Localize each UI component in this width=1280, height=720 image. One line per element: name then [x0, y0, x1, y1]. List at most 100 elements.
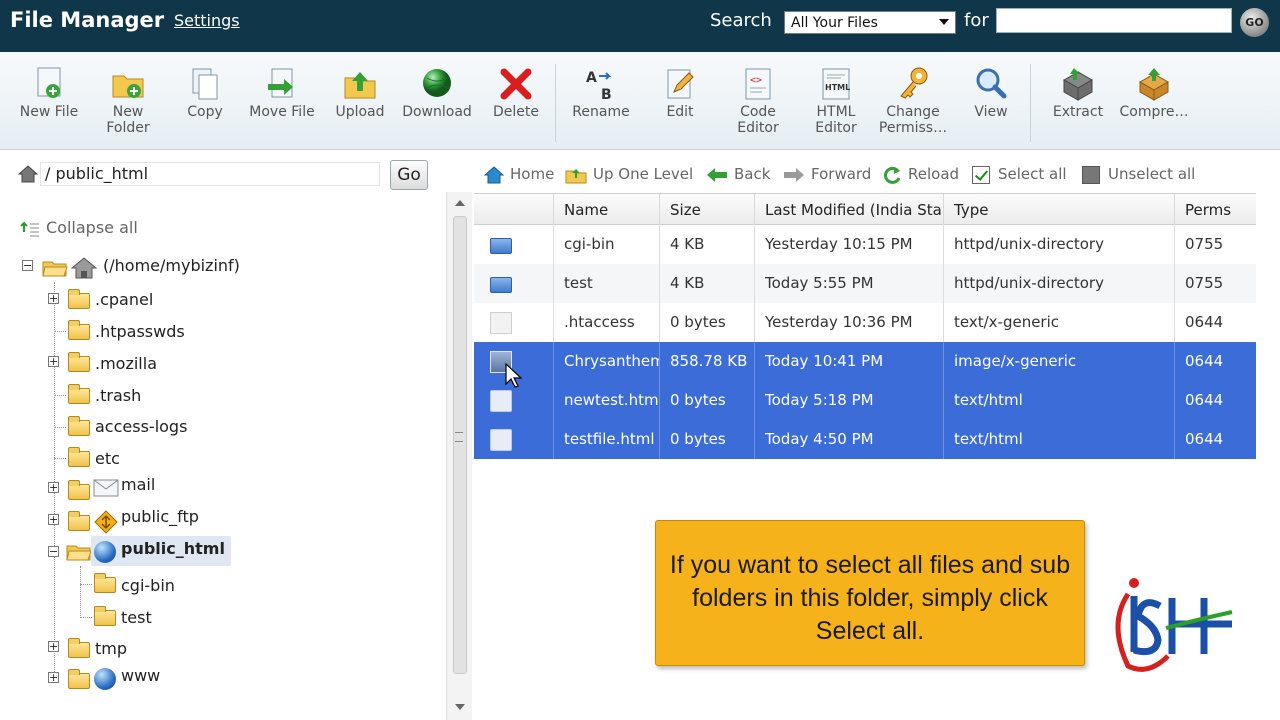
up-folder-icon: [565, 168, 587, 183]
column-header-type[interactable]: Type: [943, 194, 1174, 226]
search-go-button[interactable]: GO: [1240, 8, 1269, 37]
nav-up-one-level-button[interactable]: Up One Level: [565, 164, 693, 184]
tree-root-label[interactable]: (/home/mybizinf): [103, 254, 240, 278]
path-go-button[interactable]: Go: [390, 160, 428, 190]
scroll-down-arrow[interactable]: [455, 704, 465, 710]
scroll-grip-icon: [455, 432, 463, 442]
code-editor-button[interactable]: <> Code Editor: [718, 66, 798, 136]
tree-expand-toggle[interactable]: +: [48, 293, 59, 304]
tree-item-mozilla[interactable]: .mozilla: [95, 352, 157, 376]
svg-text:<>: <>: [750, 75, 762, 86]
folder-icon: [68, 511, 90, 531]
edit-button[interactable]: Edit: [640, 66, 720, 120]
tree-item-cgi-bin[interactable]: cgi-bin: [121, 574, 175, 598]
watermark-logo: [1115, 578, 1233, 672]
tree-expand-toggle[interactable]: +: [48, 514, 59, 525]
upload-button[interactable]: Upload: [320, 66, 400, 120]
tree-item-mail[interactable]: mail: [121, 473, 155, 497]
scroll-thumb[interactable]: [453, 216, 467, 674]
tree-expand-toggle[interactable]: +: [48, 641, 59, 652]
column-header-size[interactable]: Size: [659, 194, 754, 226]
cell-perms: 0644: [1174, 381, 1256, 420]
tree-expand-toggle[interactable]: +: [48, 356, 59, 367]
table-row-selected[interactable]: testfile.html 0 bytes Today 4:50 PM text…: [474, 420, 1256, 459]
nav-reload-button[interactable]: Reload: [882, 164, 959, 185]
change-permissions-button[interactable]: Change Permiss…: [873, 66, 953, 136]
table-scrollbar[interactable]: [1256, 193, 1280, 720]
unselect-all-button[interactable]: Unselect all: [1082, 164, 1195, 184]
globe-icon: [94, 541, 116, 563]
tree-item-public-html[interactable]: public_html: [121, 537, 225, 561]
tree-collapse-toggle[interactable]: −: [22, 260, 33, 271]
tree-item-access-logs[interactable]: access-logs: [95, 415, 187, 439]
tree-scrollbar[interactable]: [446, 192, 472, 720]
tree-expand-toggle[interactable]: +: [48, 482, 59, 493]
open-folder-icon: [66, 542, 92, 566]
column-header-name[interactable]: Name: [553, 194, 659, 226]
download-button[interactable]: Download: [397, 66, 477, 120]
rename-button[interactable]: AB Rename: [561, 66, 641, 120]
view-button[interactable]: View: [951, 66, 1031, 120]
column-header-modified[interactable]: Last Modified (India Standard Time): [754, 194, 943, 226]
cell-type: text/html: [943, 381, 1174, 420]
search-input[interactable]: [996, 8, 1232, 33]
nav-forward-button[interactable]: Forward: [783, 164, 871, 184]
tree-item-www[interactable]: www: [121, 664, 160, 688]
cell-size: 0 bytes: [659, 420, 754, 459]
path-input[interactable]: / public_html: [40, 162, 380, 186]
move-file-button[interactable]: Move File: [242, 66, 322, 120]
compress-button[interactable]: Compre…: [1114, 66, 1194, 120]
cell-perms: 0644: [1174, 420, 1256, 459]
table-row-selected[interactable]: Chrysanthemum.jpg 858.78 KB Today 10:41 …: [474, 342, 1256, 381]
column-header-perms[interactable]: Perms: [1174, 194, 1256, 226]
folder-icon: [68, 352, 90, 372]
tree-item-test[interactable]: test: [121, 606, 152, 630]
table-row[interactable]: .htaccess 0 bytes Yesterday 10:36 PM tex…: [474, 303, 1256, 342]
tree-collapse-toggle[interactable]: −: [48, 546, 59, 557]
download-icon: [419, 66, 455, 102]
row-icon-cell: [474, 225, 553, 264]
code-editor-icon: <>: [740, 66, 776, 102]
top-header: File Manager Settings Search All Your Fi…: [0, 0, 1280, 52]
cell-type: text/html: [943, 420, 1174, 459]
delete-button[interactable]: Delete: [476, 66, 556, 120]
folder-icon: [68, 416, 90, 436]
tree-item-tmp[interactable]: tmp: [95, 637, 127, 661]
cell-modified: Today 5:55 PM: [754, 264, 943, 303]
tree-item-cpanel[interactable]: .cpanel: [95, 288, 153, 312]
tree-connector: [54, 427, 66, 428]
table-row-selected[interactable]: newtest.html 0 bytes Today 5:18 PM text/…: [474, 381, 1256, 420]
mail-icon: [93, 478, 119, 502]
tree-expand-toggle[interactable]: +: [48, 672, 59, 683]
collapse-all-button[interactable]: Collapse all: [20, 216, 138, 240]
new-folder-button[interactable]: New Folder: [88, 66, 168, 136]
home-icon: [484, 165, 504, 183]
nav-back-button[interactable]: Back: [706, 164, 770, 184]
tree-item-htpasswds[interactable]: .htpasswds: [95, 320, 185, 344]
cell-name: test: [553, 264, 659, 303]
tree-item-public-ftp[interactable]: public_ftp: [121, 505, 199, 529]
select-all-button[interactable]: Select all: [972, 164, 1067, 184]
tree-item-etc[interactable]: etc: [95, 447, 120, 471]
search-label: Search: [710, 10, 772, 31]
table-row[interactable]: cgi-bin 4 KB Yesterday 10:15 PM httpd/un…: [474, 225, 1256, 264]
table-row[interactable]: test 4 KB Today 5:55 PM httpd/unix-direc…: [474, 264, 1256, 303]
reload-icon: [884, 166, 901, 184]
ftp-icon: [94, 510, 118, 538]
nav-home-button[interactable]: Home: [484, 164, 554, 184]
copy-button[interactable]: Copy: [165, 66, 245, 120]
scroll-up-arrow[interactable]: [455, 200, 465, 206]
extract-button[interactable]: Extract: [1038, 66, 1118, 120]
cell-perms: 0644: [1174, 342, 1256, 381]
chevron-down-icon: [939, 19, 949, 25]
tutorial-tooltip: If you want to select all files and sub …: [655, 520, 1085, 666]
search-scope-select[interactable]: All Your Files: [784, 11, 956, 34]
html-editor-button[interactable]: HTML HTML Editor: [796, 66, 876, 136]
tree-item-trash[interactable]: .trash: [95, 384, 141, 408]
cell-modified: Today 5:18 PM: [754, 381, 943, 420]
folder-icon: [68, 320, 90, 340]
path-value: public_html: [55, 164, 149, 183]
settings-link[interactable]: Settings: [174, 11, 240, 30]
new-file-button[interactable]: New File: [9, 66, 89, 120]
cell-size: 858.78 KB: [659, 342, 754, 381]
